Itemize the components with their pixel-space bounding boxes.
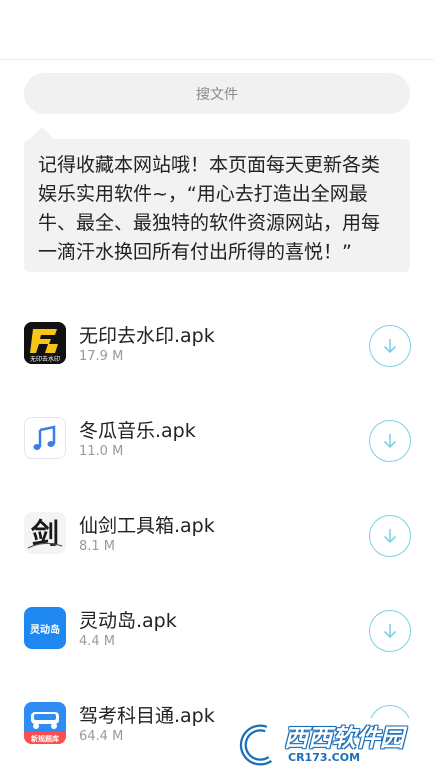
download-button[interactable] (369, 325, 411, 367)
watermark-text: 西西软件园 (284, 724, 404, 752)
watermark-sub: CR173.COM (288, 751, 361, 764)
file-row[interactable]: 剑 仙剑工具箱.apk 8.1 M (0, 492, 434, 587)
calligraphy-sword-icon: 剑 (24, 512, 66, 554)
site-watermark: 西西软件园 CR173.COM (232, 718, 434, 771)
file-size: 4.4 M (79, 634, 116, 649)
file-name: 驾考科目通.apk (79, 705, 215, 727)
file-list: 无印去水印 无印去水印.apk 17.9 M 冬瓜音乐.apk 11.0 M 剑… (0, 302, 434, 771)
file-size: 17.9 M (79, 349, 124, 364)
notice-bubble: 记得收藏本网站哦！本页面每天更新各类娱乐实用软件~，“用心去打造出全网最牛、最全… (24, 139, 410, 272)
top-bar (0, 0, 434, 60)
music-note-icon (24, 417, 66, 459)
file-size: 8.1 M (79, 539, 116, 554)
search-input[interactable]: 搜文件 (24, 73, 410, 114)
no-watermark-app-icon: 无印去水印 (24, 322, 66, 364)
file-row[interactable]: 灵动岛 灵动岛.apk 4.4 M (0, 587, 434, 682)
file-name: 无印去水印.apk (79, 325, 215, 347)
driving-test-app-icon: 新规题库 (24, 702, 66, 744)
svg-text:无印去水印: 无印去水印 (30, 355, 60, 363)
download-button[interactable] (369, 515, 411, 557)
download-arrow-icon (383, 529, 397, 544)
file-name: 冬瓜音乐.apk (79, 420, 196, 442)
search-placeholder: 搜文件 (196, 86, 238, 103)
file-row[interactable]: 无印去水印 无印去水印.apk 17.9 M (0, 302, 434, 397)
file-size: 64.4 M (79, 729, 124, 744)
file-name: 灵动岛.apk (79, 610, 177, 632)
file-name: 仙剑工具箱.apk (79, 515, 215, 537)
notice-text: 记得收藏本网站哦！本页面每天更新各类娱乐实用软件~，“用心去打造出全网最牛、最全… (38, 154, 381, 263)
file-row[interactable]: 冬瓜音乐.apk 11.0 M (0, 397, 434, 492)
svg-text:新规题库: 新规题库 (31, 734, 59, 743)
dynamic-island-app-icon: 灵动岛 (24, 607, 66, 649)
download-arrow-icon (383, 339, 397, 354)
notice-pointer (30, 127, 54, 139)
download-button[interactable] (369, 610, 411, 652)
download-arrow-icon (383, 624, 397, 639)
file-size: 11.0 M (79, 444, 124, 459)
cr-logo-icon (239, 724, 272, 766)
download-arrow-icon (383, 434, 397, 449)
download-button[interactable] (369, 420, 411, 462)
